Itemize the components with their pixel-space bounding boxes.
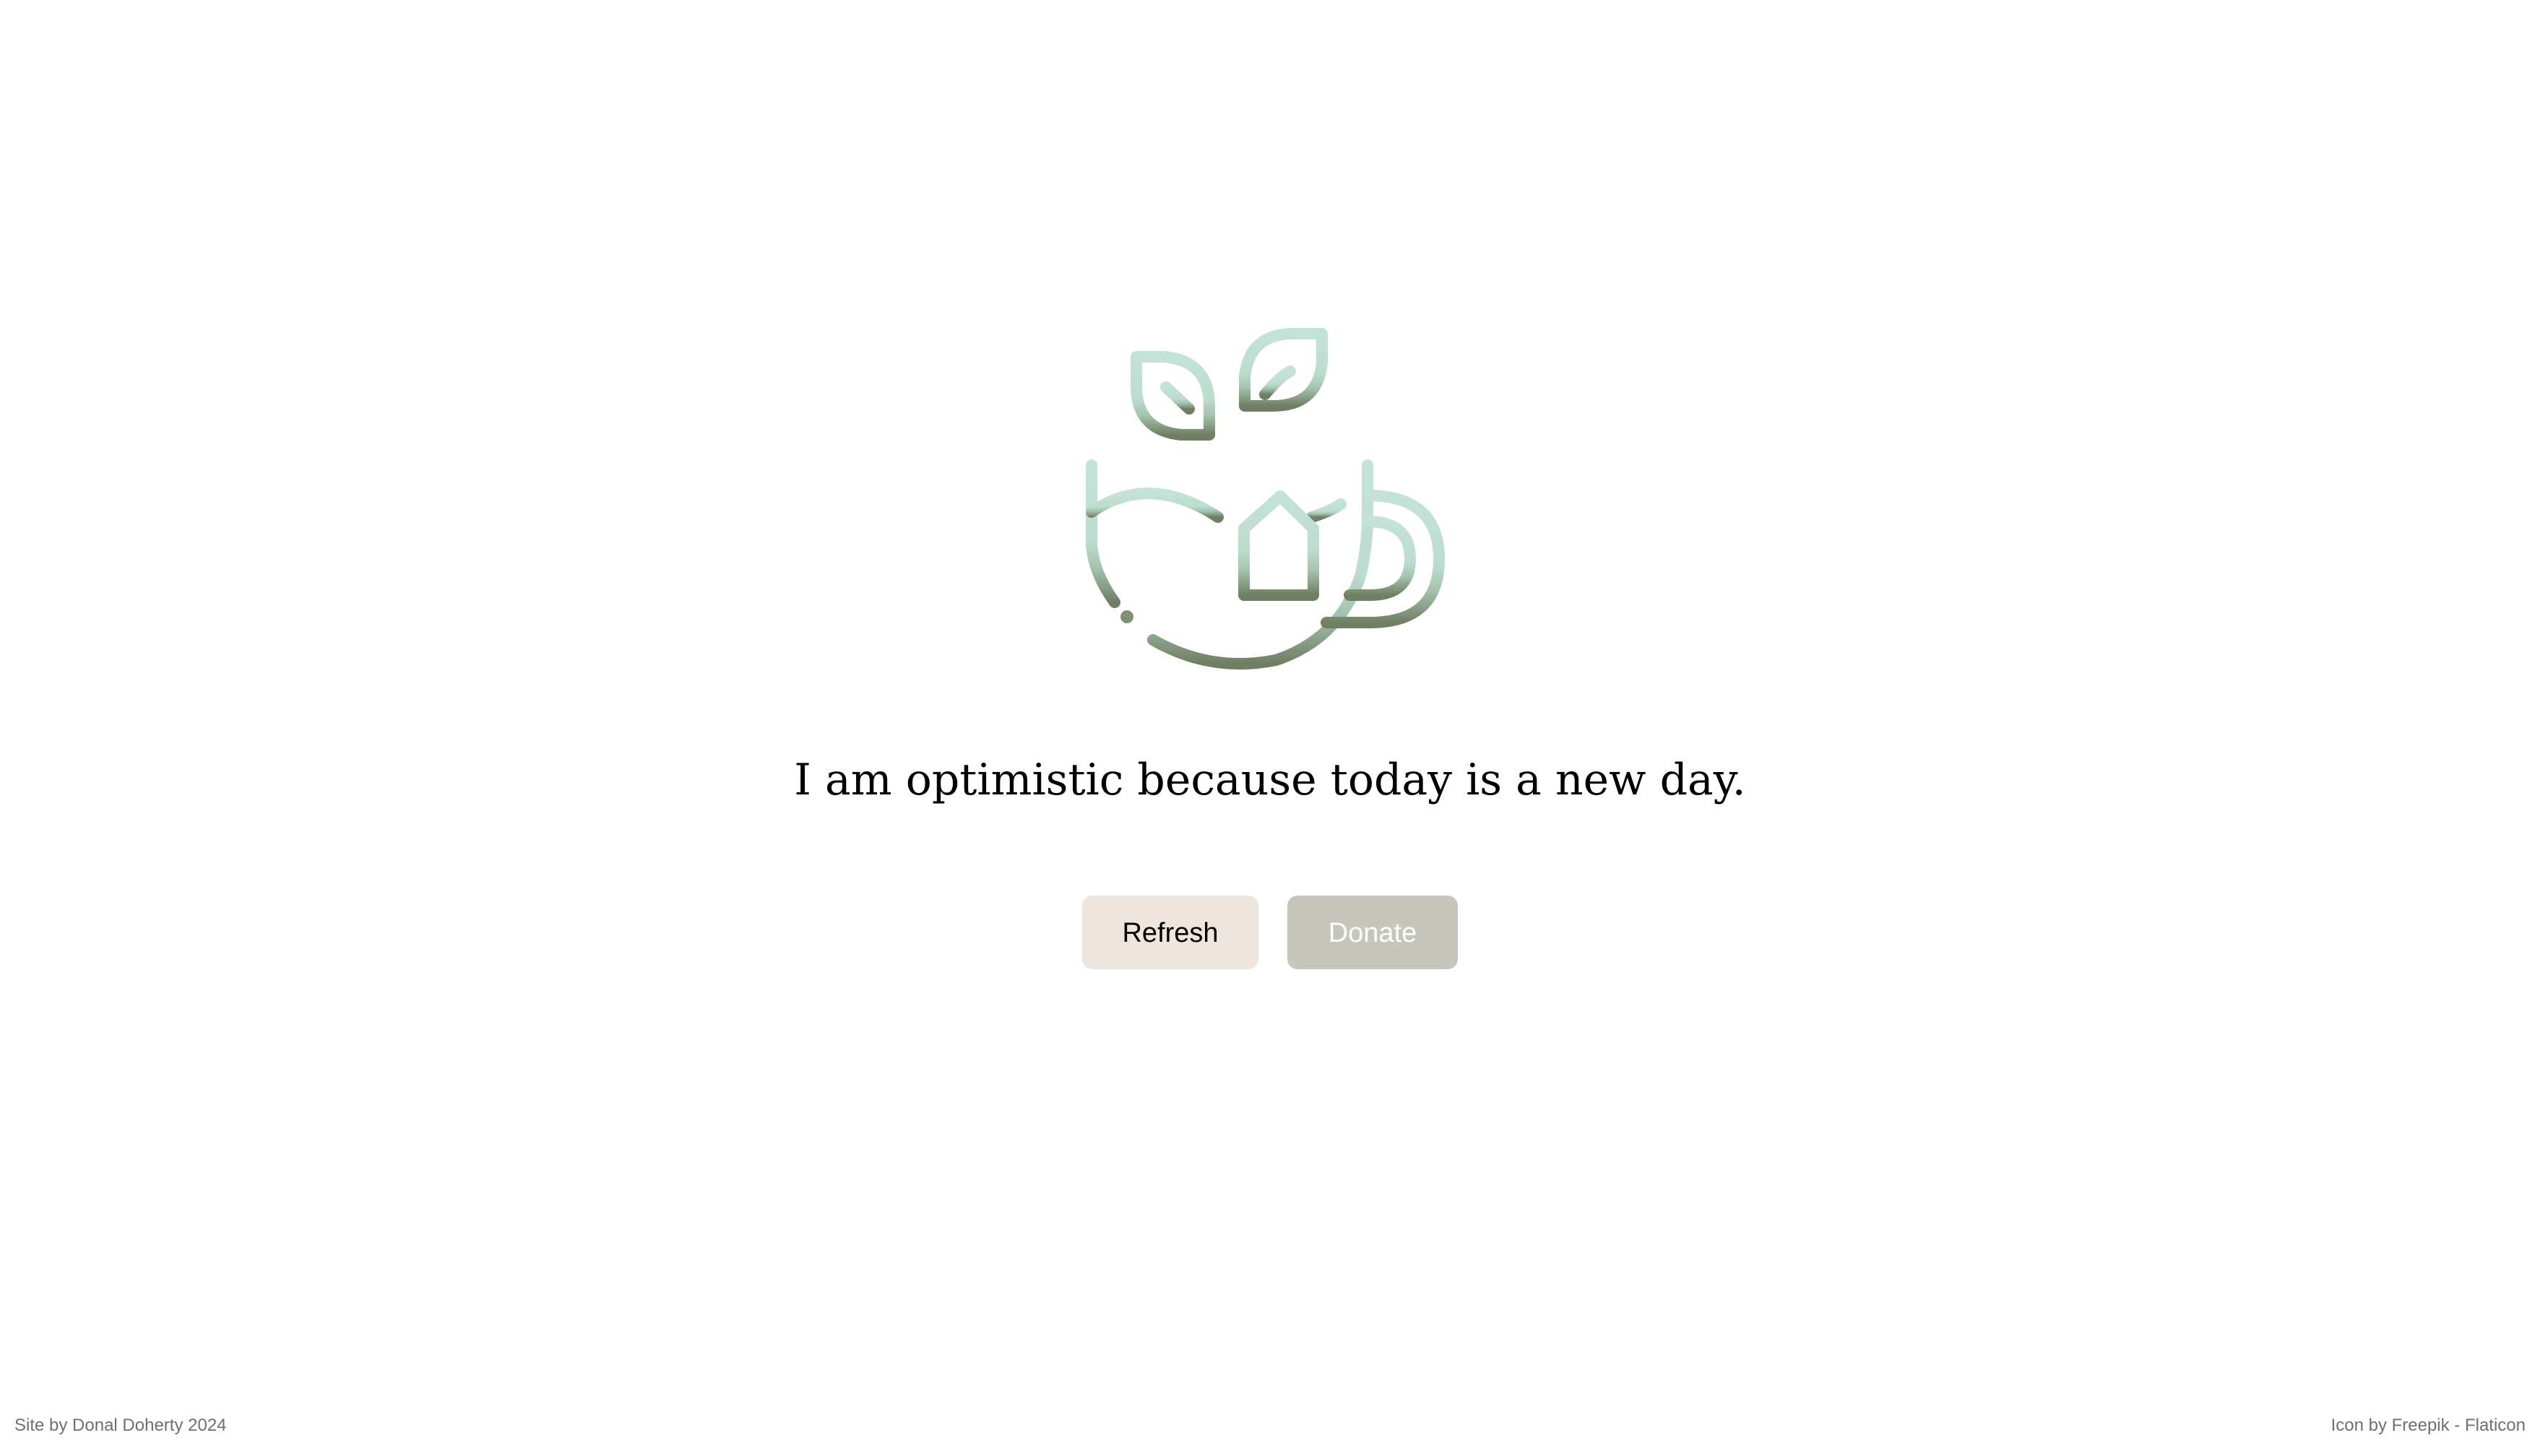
tea-cup-icon bbox=[1086, 328, 1445, 670]
donate-button[interactable]: Donate bbox=[1287, 896, 1458, 969]
site-credit: Site by Donal Doherty 2024 bbox=[14, 1416, 227, 1435]
refresh-button[interactable]: Refresh bbox=[1082, 896, 1258, 969]
quote-text: I am optimistic because today is a new d… bbox=[794, 755, 1746, 805]
icon-credit-link[interactable]: Icon by Freepik - Flaticon bbox=[2331, 1416, 2526, 1436]
dot-decoration bbox=[1120, 610, 1133, 623]
page: I am optimistic because today is a new d… bbox=[0, 0, 2540, 1456]
